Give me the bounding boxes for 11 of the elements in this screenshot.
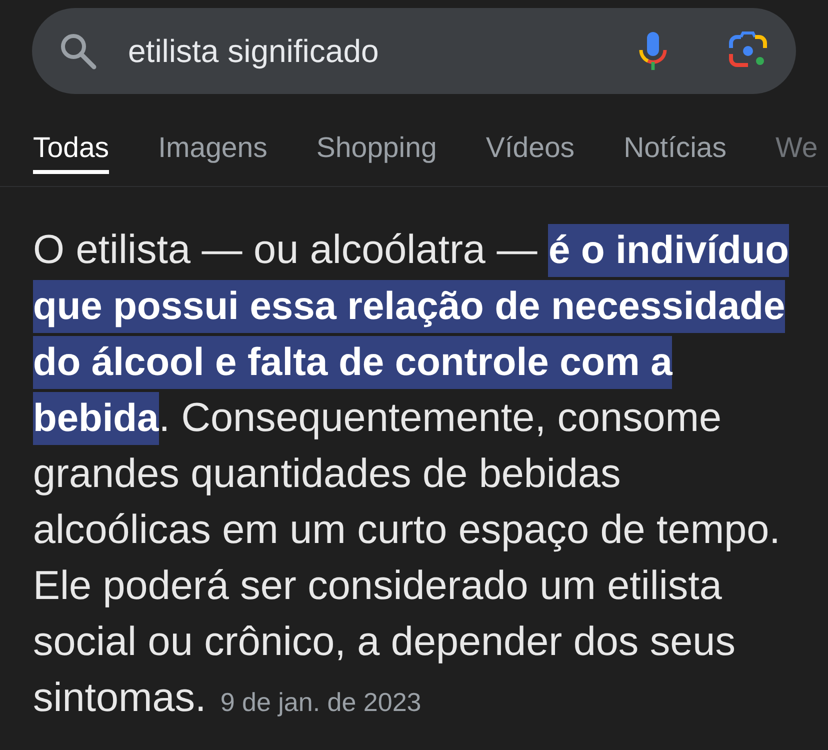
search-tab[interactable]: We — [776, 126, 818, 174]
search-icon[interactable] — [59, 32, 97, 70]
microphone-icon[interactable] — [638, 31, 668, 71]
search-tab[interactable]: Imagens — [158, 126, 268, 174]
search-tab[interactable]: Notícias — [624, 126, 727, 174]
search-tab[interactable]: Todas — [33, 126, 110, 174]
search-query[interactable]: etilista significado — [128, 32, 638, 70]
search-tab[interactable]: Vídeos — [486, 126, 575, 174]
search-tab[interactable]: Shopping — [316, 126, 437, 174]
search-bar[interactable]: etilista significado — [32, 8, 796, 94]
snippet-date: 9 de jan. de 2023 — [220, 689, 422, 715]
